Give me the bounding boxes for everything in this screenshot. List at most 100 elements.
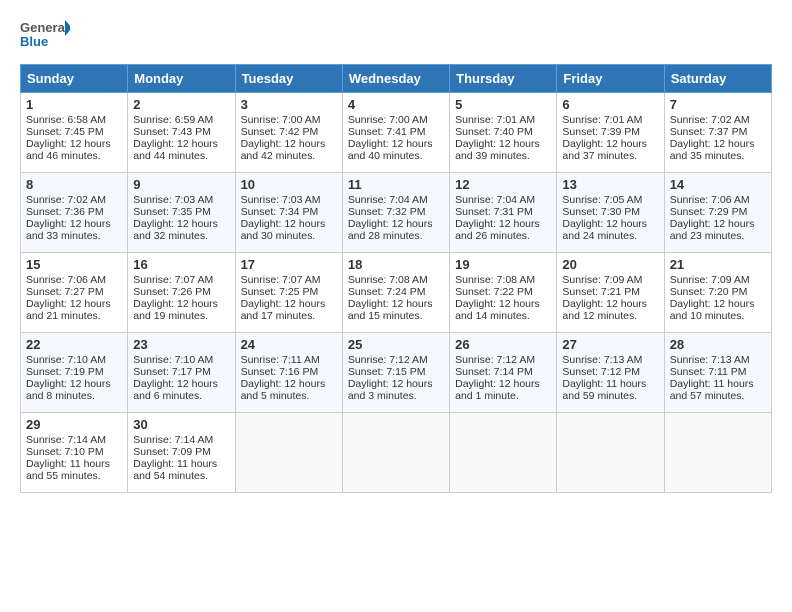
day-info: Sunrise: 7:10 AM: [133, 354, 229, 366]
day-info: Sunset: 7:21 PM: [562, 286, 658, 298]
day-info: Sunset: 7:19 PM: [26, 366, 122, 378]
day-info: Sunrise: 7:08 AM: [348, 274, 444, 286]
day-number: 8: [26, 177, 122, 192]
day-info: Sunrise: 7:07 AM: [241, 274, 337, 286]
day-info: Daylight: 12 hours: [348, 138, 444, 150]
day-number: 3: [241, 97, 337, 112]
day-info: Daylight: 12 hours: [26, 138, 122, 150]
day-info: and 17 minutes.: [241, 310, 337, 322]
day-info: and 57 minutes.: [670, 390, 766, 402]
calendar-day-header-monday: Monday: [128, 65, 235, 93]
day-number: 12: [455, 177, 551, 192]
day-info: and 14 minutes.: [455, 310, 551, 322]
day-info: Daylight: 12 hours: [133, 218, 229, 230]
day-info: Sunset: 7:39 PM: [562, 126, 658, 138]
calendar-cell: 1Sunrise: 6:58 AMSunset: 7:45 PMDaylight…: [21, 93, 128, 173]
calendar-cell: 8Sunrise: 7:02 AMSunset: 7:36 PMDaylight…: [21, 173, 128, 253]
day-info: Sunset: 7:24 PM: [348, 286, 444, 298]
day-info: and 32 minutes.: [133, 230, 229, 242]
calendar-day-header-saturday: Saturday: [664, 65, 771, 93]
day-info: and 8 minutes.: [26, 390, 122, 402]
day-info: and 6 minutes.: [133, 390, 229, 402]
day-info: Daylight: 12 hours: [455, 218, 551, 230]
day-number: 27: [562, 337, 658, 352]
day-info: Sunrise: 7:09 AM: [670, 274, 766, 286]
day-info: and 1 minute.: [455, 390, 551, 402]
calendar-day-header-wednesday: Wednesday: [342, 65, 449, 93]
day-info: Sunrise: 7:11 AM: [241, 354, 337, 366]
calendar-cell: 6Sunrise: 7:01 AMSunset: 7:39 PMDaylight…: [557, 93, 664, 173]
calendar-cell: 4Sunrise: 7:00 AMSunset: 7:41 PMDaylight…: [342, 93, 449, 173]
day-info: and 15 minutes.: [348, 310, 444, 322]
day-info: Daylight: 12 hours: [348, 218, 444, 230]
day-info: Sunrise: 7:13 AM: [670, 354, 766, 366]
day-info: Daylight: 12 hours: [562, 218, 658, 230]
day-info: and 10 minutes.: [670, 310, 766, 322]
day-info: Sunset: 7:16 PM: [241, 366, 337, 378]
day-info: Daylight: 12 hours: [26, 378, 122, 390]
day-info: Daylight: 11 hours: [562, 378, 658, 390]
day-number: 29: [26, 417, 122, 432]
day-number: 18: [348, 257, 444, 272]
day-info: Sunset: 7:31 PM: [455, 206, 551, 218]
day-info: Sunset: 7:29 PM: [670, 206, 766, 218]
day-info: and 5 minutes.: [241, 390, 337, 402]
day-info: Sunrise: 7:10 AM: [26, 354, 122, 366]
day-info: Sunrise: 7:00 AM: [241, 114, 337, 126]
day-info: and 55 minutes.: [26, 470, 122, 482]
day-info: Daylight: 12 hours: [241, 298, 337, 310]
day-info: Daylight: 11 hours: [26, 458, 122, 470]
calendar-cell: 3Sunrise: 7:00 AMSunset: 7:42 PMDaylight…: [235, 93, 342, 173]
calendar-cell: 2Sunrise: 6:59 AMSunset: 7:43 PMDaylight…: [128, 93, 235, 173]
day-info: Sunrise: 7:02 AM: [670, 114, 766, 126]
day-number: 21: [670, 257, 766, 272]
calendar-cell: 24Sunrise: 7:11 AMSunset: 7:16 PMDayligh…: [235, 333, 342, 413]
svg-text:General: General: [20, 20, 68, 35]
calendar-cell: [557, 413, 664, 493]
day-info: Sunrise: 7:03 AM: [241, 194, 337, 206]
page-header: General Blue: [20, 16, 772, 54]
day-number: 2: [133, 97, 229, 112]
day-info: and 19 minutes.: [133, 310, 229, 322]
day-info: Sunrise: 7:07 AM: [133, 274, 229, 286]
day-info: and 23 minutes.: [670, 230, 766, 242]
day-info: Daylight: 11 hours: [670, 378, 766, 390]
day-info: Daylight: 11 hours: [133, 458, 229, 470]
calendar-cell: 27Sunrise: 7:13 AMSunset: 7:12 PMDayligh…: [557, 333, 664, 413]
day-info: Sunrise: 7:14 AM: [133, 434, 229, 446]
day-info: Sunrise: 7:13 AM: [562, 354, 658, 366]
logo: General Blue: [20, 16, 70, 54]
day-number: 23: [133, 337, 229, 352]
calendar-cell: 28Sunrise: 7:13 AMSunset: 7:11 PMDayligh…: [664, 333, 771, 413]
day-info: Sunrise: 6:58 AM: [26, 114, 122, 126]
day-info: Sunset: 7:32 PM: [348, 206, 444, 218]
day-number: 22: [26, 337, 122, 352]
day-number: 11: [348, 177, 444, 192]
day-info: Daylight: 12 hours: [455, 378, 551, 390]
day-info: Daylight: 12 hours: [348, 298, 444, 310]
calendar-cell: 17Sunrise: 7:07 AMSunset: 7:25 PMDayligh…: [235, 253, 342, 333]
calendar-cell: 11Sunrise: 7:04 AMSunset: 7:32 PMDayligh…: [342, 173, 449, 253]
calendar-day-header-tuesday: Tuesday: [235, 65, 342, 93]
day-info: and 12 minutes.: [562, 310, 658, 322]
day-number: 24: [241, 337, 337, 352]
day-info: and 35 minutes.: [670, 150, 766, 162]
day-info: Sunset: 7:30 PM: [562, 206, 658, 218]
day-info: Daylight: 12 hours: [670, 218, 766, 230]
calendar-cell: 5Sunrise: 7:01 AMSunset: 7:40 PMDaylight…: [450, 93, 557, 173]
day-info: Sunrise: 7:09 AM: [562, 274, 658, 286]
day-info: Daylight: 12 hours: [455, 298, 551, 310]
day-info: and 28 minutes.: [348, 230, 444, 242]
day-info: Sunset: 7:25 PM: [241, 286, 337, 298]
day-info: Daylight: 12 hours: [670, 298, 766, 310]
day-info: and 39 minutes.: [455, 150, 551, 162]
day-number: 20: [562, 257, 658, 272]
day-info: Sunset: 7:15 PM: [348, 366, 444, 378]
day-info: Sunset: 7:45 PM: [26, 126, 122, 138]
calendar-cell: [342, 413, 449, 493]
day-info: Daylight: 12 hours: [455, 138, 551, 150]
day-info: and 3 minutes.: [348, 390, 444, 402]
day-info: and 30 minutes.: [241, 230, 337, 242]
day-number: 16: [133, 257, 229, 272]
day-info: Sunrise: 7:08 AM: [455, 274, 551, 286]
